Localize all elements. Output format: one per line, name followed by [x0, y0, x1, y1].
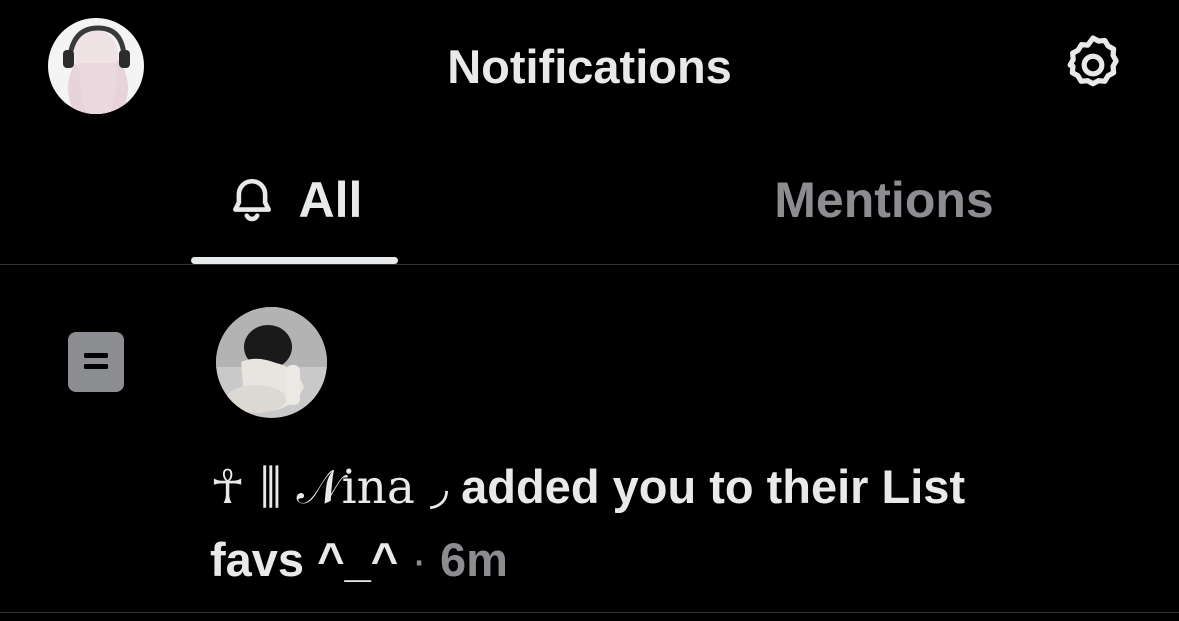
item-divider — [0, 612, 1179, 613]
list-icon — [68, 332, 124, 392]
actor-avatar[interactable] — [216, 307, 327, 418]
notification-item[interactable]: ☥ ⫼ 𝒩ina ◞ added you to their List favs … — [0, 265, 1179, 612]
actor-name[interactable]: ☥ ⫼ 𝒩ina ◞ — [210, 460, 448, 515]
tab-mentions-label: Mentions — [774, 171, 994, 228]
timestamp: 6m — [439, 533, 508, 586]
notification-tabs: All Mentions — [0, 134, 1179, 265]
bell-icon — [232, 178, 271, 221]
settings-button[interactable] — [1058, 30, 1128, 100]
notifications-screen: Notifications All Mentions ☥ ⫼ 𝒩ina ◞ ad… — [0, 0, 1179, 621]
tab-mentions[interactable]: Mentions — [589, 134, 1179, 265]
separator: · — [411, 533, 427, 586]
action-text: added you to their List — [461, 460, 966, 513]
actor-avatar-image — [216, 307, 327, 418]
top-header: Notifications — [0, 0, 1179, 134]
tab-all[interactable]: All — [0, 134, 589, 265]
active-tab-indicator — [191, 257, 398, 264]
list-name[interactable]: favs ^_^ — [210, 533, 398, 586]
page-title: Notifications — [447, 40, 732, 93]
tab-all-label: All — [298, 171, 363, 228]
gear-icon — [1067, 35, 1119, 87]
notification-text: ☥ ⫼ 𝒩ina ◞ added you to their List favs … — [210, 451, 1110, 596]
